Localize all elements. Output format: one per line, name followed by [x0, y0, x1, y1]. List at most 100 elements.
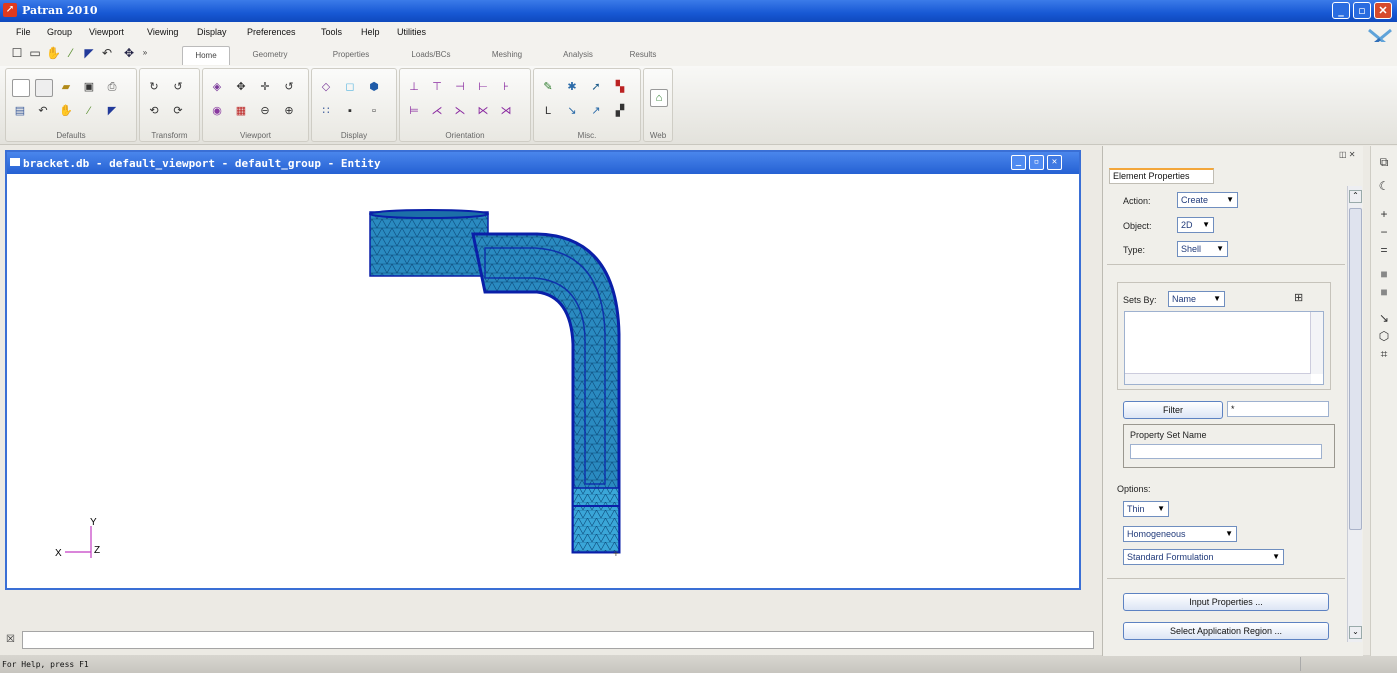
- option-laminate-select[interactable]: Homogeneous ▼: [1123, 526, 1237, 542]
- tab-properties[interactable]: Properties: [318, 46, 384, 64]
- filter-button[interactable]: Filter: [1123, 401, 1223, 419]
- list-scrollbar-h[interactable]: [1125, 373, 1311, 384]
- new-file-icon[interactable]: ☐: [10, 46, 24, 60]
- tab-meshing[interactable]: Meshing: [476, 46, 538, 64]
- rotate-x-icon[interactable]: ↻: [146, 79, 162, 95]
- tab-results[interactable]: Results: [616, 46, 670, 64]
- pan-ribbon-icon[interactable]: ✥: [233, 79, 249, 95]
- tab-loads-bcs[interactable]: Loads/BCs: [397, 46, 465, 64]
- view-cube-icon[interactable]: ◈: [209, 79, 225, 95]
- rotate-free-icon[interactable]: ⟳: [170, 103, 186, 119]
- bottom-view-icon[interactable]: ⊨: [406, 103, 422, 119]
- option-thickness-select[interactable]: Thin ▼: [1123, 501, 1169, 517]
- viewport-menu-icon[interactable]: [10, 158, 20, 166]
- menu-display[interactable]: Display: [197, 27, 227, 37]
- smooth-shade-icon[interactable]: ⬢: [366, 79, 382, 95]
- misc-tool-1-icon[interactable]: ✎: [540, 79, 556, 95]
- zoom-out-icon[interactable]: ⊖: [257, 103, 273, 119]
- minimize-button[interactable]: _: [1332, 2, 1350, 19]
- misc-tool-2-icon[interactable]: ✱: [564, 79, 580, 95]
- filter-input[interactable]: *: [1227, 401, 1329, 417]
- action-select[interactable]: Create ▼: [1177, 192, 1238, 208]
- viewport-icon[interactable]: ▤: [12, 103, 28, 119]
- undo-icon[interactable]: ↶: [100, 46, 114, 60]
- rotate-view-icon[interactable]: ↺: [281, 79, 297, 95]
- shade-ribbon-icon[interactable]: ◤: [104, 103, 120, 119]
- iso1-view-icon[interactable]: ⋌: [429, 103, 445, 119]
- menu-group[interactable]: Group: [47, 27, 72, 37]
- property-set-name-input[interactable]: [1130, 444, 1322, 459]
- hand-icon[interactable]: ✋: [46, 46, 61, 60]
- nodes-icon[interactable]: ∷: [318, 103, 334, 119]
- option-formulation-select[interactable]: Standard Formulation ▼: [1123, 549, 1284, 565]
- sets-by-select[interactable]: Name ▼: [1168, 291, 1225, 307]
- tab-element-properties[interactable]: Element Properties: [1109, 168, 1214, 184]
- sort-icon[interactable]: ⊞: [1294, 291, 1303, 304]
- hand-ribbon-icon[interactable]: ✋: [58, 103, 74, 119]
- panel-scrollbar[interactable]: ⌃ ⌄: [1347, 186, 1362, 642]
- misc-tool-3-icon[interactable]: ➚: [588, 79, 604, 95]
- object-select[interactable]: 2D ▼: [1177, 217, 1214, 233]
- front-view-icon[interactable]: ⊥: [406, 79, 422, 95]
- folder-icon[interactable]: ▰: [58, 79, 74, 95]
- menu-tools[interactable]: Tools: [321, 27, 342, 37]
- zoom-in-icon[interactable]: ⊕: [281, 103, 297, 119]
- property-sets-list[interactable]: [1124, 311, 1324, 385]
- viewport-close-button[interactable]: ✕: [1047, 155, 1062, 170]
- hidden-line-icon[interactable]: ◻: [342, 79, 358, 95]
- input-properties-button[interactable]: Input Properties ...: [1123, 593, 1329, 611]
- panel-scroll-up-icon[interactable]: ⌃: [1349, 190, 1362, 203]
- select-application-region-button[interactable]: Select Application Region ...: [1123, 622, 1329, 640]
- model-canvas[interactable]: Y X Z +: [7, 174, 1079, 588]
- rotate-y-icon[interactable]: ↺: [170, 79, 186, 95]
- misc-tool-6-icon[interactable]: ↘: [564, 103, 580, 119]
- maximize-button[interactable]: ▫: [1353, 2, 1371, 19]
- wireframe-icon[interactable]: ◇: [318, 79, 334, 95]
- viewport-minimize-button[interactable]: _: [1011, 155, 1026, 170]
- rotate-z-icon[interactable]: ⟲: [146, 103, 162, 119]
- tool-lasso-icon[interactable]: ☾: [1376, 178, 1392, 194]
- save-icon[interactable]: ▣: [81, 79, 97, 95]
- print-icon[interactable]: ⎙: [104, 79, 120, 95]
- viewport-maximize-button[interactable]: ▫: [1029, 155, 1044, 170]
- tool-copy-icon[interactable]: ⧉: [1376, 154, 1392, 170]
- misc-tool-5-icon[interactable]: L: [540, 103, 556, 119]
- command-history-icon[interactable]: ☒: [6, 634, 15, 645]
- type-select[interactable]: Shell ▼: [1177, 241, 1228, 257]
- list-scrollbar-v[interactable]: [1310, 312, 1323, 374]
- fit-icon[interactable]: ◉: [209, 103, 225, 119]
- shaded-icon[interactable]: ◤: [82, 46, 96, 60]
- tool-equal-icon[interactable]: =: [1376, 242, 1392, 258]
- move-icon[interactable]: ✛: [257, 79, 273, 95]
- menu-help[interactable]: Help: [361, 27, 380, 37]
- menu-utilities[interactable]: Utilities: [397, 27, 426, 37]
- tab-geometry[interactable]: Geometry: [238, 46, 302, 64]
- wand-ribbon-icon[interactable]: ⁄: [81, 103, 97, 119]
- open-icon[interactable]: [35, 79, 53, 97]
- tool-pick-icon[interactable]: ↘: [1376, 310, 1392, 326]
- tool-remove-icon[interactable]: −: [1376, 224, 1392, 240]
- iso2-view-icon[interactable]: ⋋: [452, 103, 468, 119]
- panel-scroll-thumb[interactable]: [1349, 208, 1362, 530]
- misc-tool-4-icon[interactable]: ▚: [612, 79, 628, 95]
- tool-block-2-icon[interactable]: ■: [1376, 284, 1392, 300]
- misc-tool-7-icon[interactable]: ↗: [588, 103, 604, 119]
- rear-view-icon[interactable]: ⊤: [429, 79, 445, 95]
- wand-icon[interactable]: ⁄: [64, 46, 78, 60]
- panel-scroll-down-icon[interactable]: ⌄: [1349, 626, 1362, 639]
- home-web-icon[interactable]: ⌂: [650, 89, 668, 107]
- bracket-mesh-model[interactable]: Y X Z +: [7, 174, 1079, 588]
- close-button[interactable]: ✕: [1374, 2, 1392, 19]
- iso3-view-icon[interactable]: ⋉: [475, 103, 491, 119]
- left-view-icon[interactable]: ⊣: [452, 79, 468, 95]
- zoom-box-icon[interactable]: ▦: [233, 103, 249, 119]
- new-icon[interactable]: [12, 79, 30, 97]
- pan-icon[interactable]: ✥: [122, 46, 136, 60]
- tab-analysis[interactable]: Analysis: [546, 46, 610, 64]
- panel-dock-icon[interactable]: ◫ ✕: [1339, 150, 1355, 159]
- labels-icon[interactable]: ▪: [342, 103, 358, 119]
- right-view-icon[interactable]: ⊢: [475, 79, 491, 95]
- plot-erase-icon[interactable]: ▫: [366, 103, 382, 119]
- misc-tool-8-icon[interactable]: ▞: [612, 103, 628, 119]
- open-file-icon[interactable]: ▭: [28, 46, 42, 60]
